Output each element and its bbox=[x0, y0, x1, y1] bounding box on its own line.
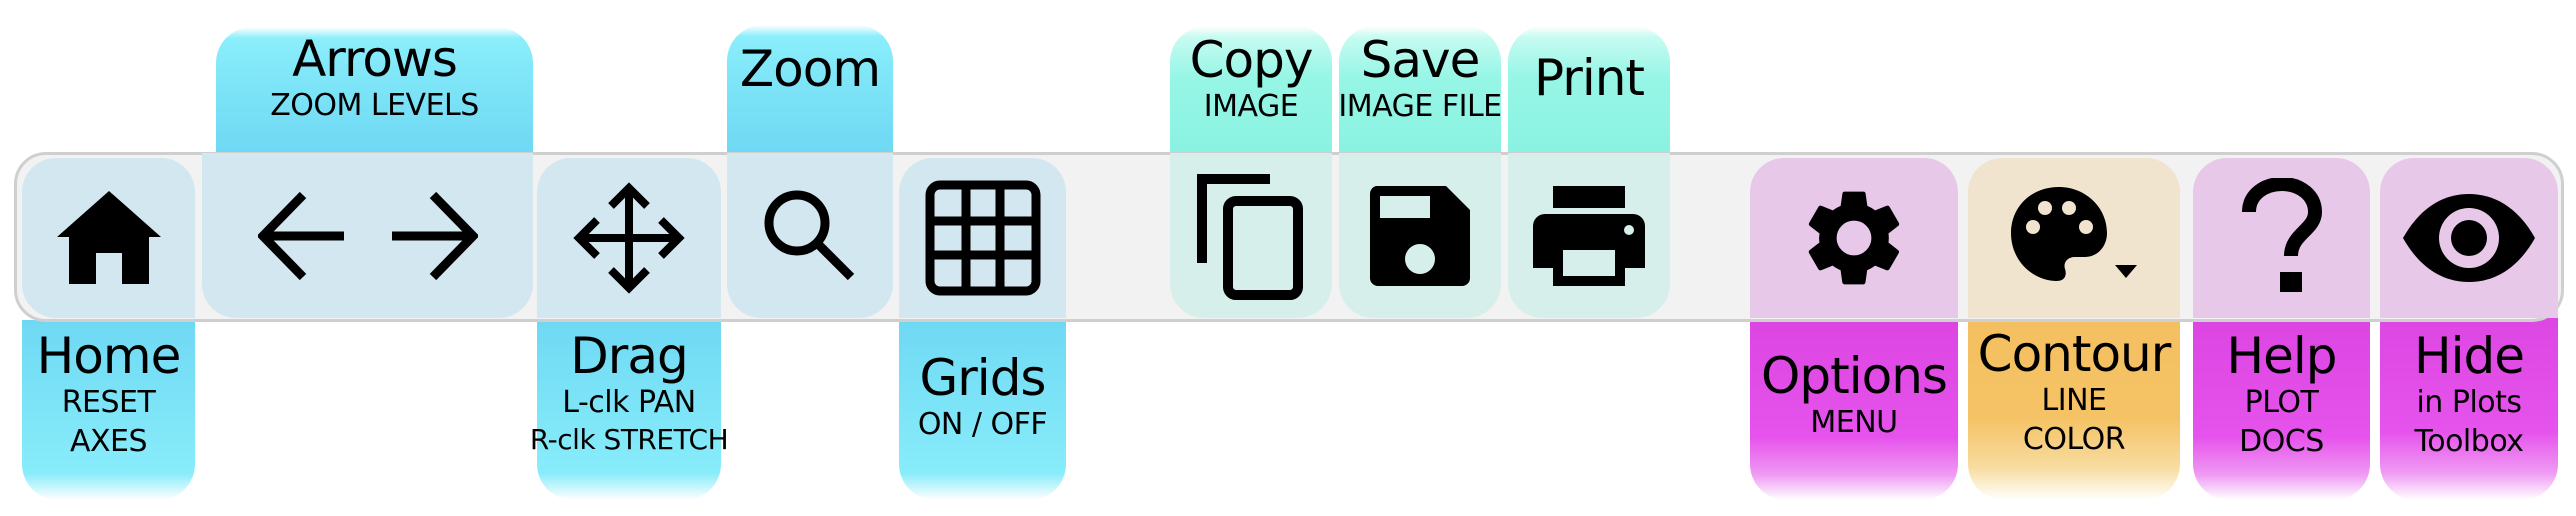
home-label: Home bbox=[36, 327, 182, 385]
palette-dropdown-icon bbox=[2011, 187, 2137, 281]
question-mark-icon bbox=[2241, 178, 2322, 292]
zoom-label: Zoom bbox=[739, 40, 881, 98]
help-label: Help bbox=[2226, 327, 2338, 385]
arrow-right-icon bbox=[391, 191, 478, 280]
print-button[interactable] bbox=[1508, 153, 1670, 318]
arrows-label-tab: Arrows ZOOM LEVELS bbox=[216, 27, 533, 153]
drag-label: Drag bbox=[570, 327, 688, 385]
contour-label: Contour bbox=[1977, 325, 2172, 383]
home-icon bbox=[56, 191, 161, 284]
save-image-button[interactable] bbox=[1339, 153, 1501, 318]
hide-sublabel-2: Toolbox bbox=[2414, 424, 2525, 460]
hide-label-tab: Hide in Plots Toolbox bbox=[2380, 305, 2558, 500]
arrows-sublabel: ZOOM LEVELS bbox=[270, 87, 479, 123]
zoom-level-back-button[interactable] bbox=[257, 191, 348, 281]
grids-sublabel: ON / OFF bbox=[917, 406, 1048, 442]
copy-icon bbox=[1197, 173, 1303, 300]
dropdown-caret-icon bbox=[2115, 265, 2137, 278]
help-plot-docs-button[interactable] bbox=[2193, 158, 2370, 318]
save-label-tab: Save IMAGE FILE bbox=[1338, 26, 1502, 153]
grids-label: Grids bbox=[919, 349, 1047, 407]
grids-toggle-button[interactable] bbox=[899, 158, 1066, 318]
contour-sublabel-1: LINE bbox=[2041, 382, 2107, 418]
hide-toolbox-button[interactable] bbox=[2380, 158, 2558, 318]
floppy-disk-icon bbox=[1369, 185, 1470, 286]
help-sublabel-2: DOCS bbox=[2239, 424, 2324, 460]
zoom-label-tab: Zoom bbox=[727, 25, 893, 153]
options-sublabel: MENU bbox=[1810, 404, 1898, 440]
print-label-tab: Print bbox=[1508, 26, 1670, 153]
drag-pan-button[interactable] bbox=[537, 158, 721, 318]
arrow-left-icon bbox=[257, 191, 344, 280]
contour-line-color-button[interactable] bbox=[1968, 158, 2180, 318]
zoom-level-forward-button[interactable] bbox=[388, 191, 478, 281]
drag-label-tab: Drag L-clk PAN R-clk STRETCH bbox=[530, 320, 729, 500]
grids-label-tab: Grids ON / OFF bbox=[899, 320, 1066, 500]
help-label-tab: Help PLOT DOCS bbox=[2193, 320, 2370, 500]
eye-icon bbox=[2403, 194, 2535, 282]
drag-sublabel-2: R-clk STRETCH bbox=[529, 423, 729, 457]
zoom-button[interactable] bbox=[727, 153, 893, 318]
zoom-levels-arrows-button[interactable] bbox=[202, 153, 533, 318]
save-label: Save bbox=[1360, 31, 1481, 89]
copy-label-tab: Copy IMAGE bbox=[1170, 26, 1332, 153]
home-sublabel-1: RESET bbox=[61, 384, 156, 420]
grid-icon bbox=[925, 180, 1040, 296]
help-sublabel-1: PLOT bbox=[2244, 384, 2319, 420]
home-sublabel-2: AXES bbox=[69, 424, 148, 460]
copy-sublabel: IMAGE bbox=[1203, 88, 1299, 124]
home-button[interactable] bbox=[22, 158, 195, 318]
drag-sublabel-1: L-clk PAN bbox=[562, 384, 696, 420]
print-label: Print bbox=[1533, 49, 1645, 107]
copy-image-button[interactable] bbox=[1170, 153, 1332, 318]
options-label-tab: Options MENU bbox=[1750, 320, 1958, 500]
printer-icon bbox=[1533, 185, 1645, 286]
move-icon bbox=[573, 182, 685, 294]
options-menu-button[interactable] bbox=[1750, 158, 1958, 318]
contour-sublabel-2: COLOR bbox=[2022, 422, 2126, 458]
arrows-label: Arrows bbox=[292, 30, 458, 88]
magnifier-icon bbox=[764, 190, 855, 280]
copy-label: Copy bbox=[1189, 31, 1314, 89]
hide-label: Hide bbox=[2414, 327, 2525, 385]
save-sublabel: IMAGE FILE bbox=[1338, 88, 1502, 124]
options-label: Options bbox=[1761, 347, 1948, 405]
contour-label-tab: Contour LINE COLOR bbox=[1968, 320, 2180, 500]
gear-icon bbox=[1808, 191, 1900, 285]
home-label-tab: Home RESET AXES bbox=[22, 320, 195, 500]
hide-sublabel-1: in Plots bbox=[2416, 384, 2522, 420]
